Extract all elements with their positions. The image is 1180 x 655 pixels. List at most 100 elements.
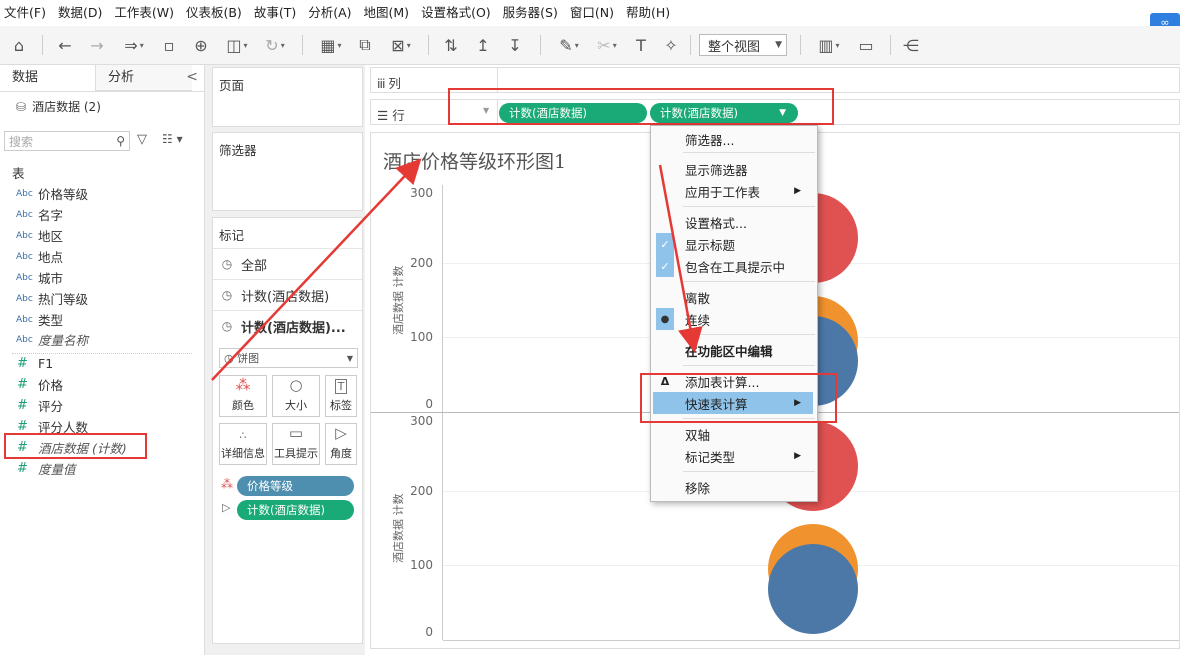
share-icon[interactable]: ⋲ — [900, 33, 922, 57]
field-item[interactable]: Abc 地点 — [0, 246, 204, 267]
menu-analysis[interactable]: 分析(A) — [302, 0, 357, 26]
highlight-icon[interactable]: ✎ ▾ — [552, 33, 586, 57]
collapse-pane-icon[interactable]: < — [186, 69, 198, 85]
menu-window[interactable]: 窗口(N) — [564, 0, 620, 26]
field-item[interactable]: Abc 热门等级 — [0, 288, 204, 309]
menu-item-continuous[interactable]: ● 连续 — [651, 308, 815, 330]
color-button[interactable]: ⁂ 颜色 — [219, 375, 267, 417]
filter-icon[interactable]: ▽ — [137, 132, 147, 147]
field-name: 评分 — [38, 399, 64, 414]
tab-analysis[interactable]: 分析 — [96, 65, 192, 91]
redo-icon[interactable]: → — [86, 33, 108, 57]
menu-item-discrete[interactable]: 离散 — [651, 286, 815, 308]
replay-icon[interactable]: ⇒ ▾ — [116, 33, 152, 57]
detail-button[interactable]: ∴ 详细信息 — [219, 423, 267, 465]
filters-shelf[interactable]: 筛选器 — [212, 132, 363, 211]
color-pill[interactable]: 价格等级 — [237, 476, 354, 496]
label-icon[interactable]: T — [630, 33, 652, 57]
tooltip-button[interactable]: ▭ 工具提示 — [272, 423, 320, 465]
new-worksheet-icon[interactable]: ▦ ▾ — [314, 33, 348, 57]
field-item[interactable]: Abc 名字 — [0, 204, 204, 225]
sort-desc-icon[interactable]: ↧ — [504, 33, 526, 57]
menu-item-dual-axis[interactable]: 双轴 — [651, 423, 815, 445]
home-icon[interactable]: ⌂ — [8, 33, 30, 57]
chevron-down-icon: ▼ — [775, 40, 782, 50]
menu-help[interactable]: 帮助(H) — [620, 0, 676, 26]
menu-bar: 文件(F) 数据(D) 工作表(W) 仪表板(B) 故事(T) 分析(A) 地图… — [0, 0, 1180, 26]
list-view-icon[interactable]: ☷ ▾ — [162, 132, 183, 146]
menu-file[interactable]: 文件(F) — [0, 0, 52, 26]
menu-item-label: 标记类型 — [685, 449, 736, 465]
pie-mark-blue-bottom[interactable] — [768, 544, 858, 634]
field-name: 价格等级 — [38, 187, 89, 202]
refresh-icon[interactable]: ↻ ▾ — [258, 33, 292, 57]
check-icon: ✓ — [656, 255, 674, 277]
field-name: 地区 — [38, 229, 64, 244]
label-button[interactable]: T 标签 — [325, 375, 357, 417]
menu-item-label: 移除 — [685, 480, 711, 496]
button-label: 角度 — [330, 447, 352, 460]
field-search-input[interactable]: 搜索 ⚲ — [4, 131, 130, 151]
marks-tab-count-1[interactable]: ◷ 计数(酒店数据) — [213, 279, 362, 310]
pin-icon[interactable]: ✧ — [660, 33, 682, 57]
swap-icon[interactable]: ⇅ — [440, 33, 462, 57]
angle-button[interactable]: ▷ 角度 — [325, 423, 357, 465]
menu-format[interactable]: 设置格式(O) — [415, 0, 497, 26]
pages-shelf[interactable]: 页面 — [212, 67, 363, 127]
field-item[interactable]: Abc 类型 — [0, 309, 204, 330]
columns-label-text: 列 — [388, 76, 401, 91]
menu-server[interactable]: 服务器(S) — [497, 0, 564, 26]
field-item[interactable]: # 价格 — [0, 374, 204, 395]
menu-item-label: 筛选器... — [685, 132, 735, 148]
menu-story[interactable]: 故事(T) — [248, 0, 302, 26]
field-item[interactable]: Abc 地区 — [0, 225, 204, 246]
menu-worksheet[interactable]: 工作表(W) — [108, 0, 180, 26]
menu-data[interactable]: 数据(D) — [52, 0, 108, 26]
tab-data[interactable]: 数据 — [0, 65, 96, 91]
field-item[interactable]: Abc 价格等级 — [0, 183, 204, 204]
field-item[interactable]: Abc 城市 — [0, 267, 204, 288]
sort-asc-icon[interactable]: ↥ — [472, 33, 494, 57]
menu-item-show-filter[interactable]: 显示筛选器 — [651, 158, 815, 180]
undo-icon[interactable]: ← — [54, 33, 76, 57]
view-size-select[interactable]: 整个视图 ▼ — [699, 34, 787, 56]
datasource-item[interactable]: ⛁ 酒店数据 (2) — [16, 98, 101, 115]
menu-item-label: 应用于工作表 — [685, 184, 761, 200]
attach-icon[interactable]: ✂ ▾ — [590, 33, 624, 57]
marks-tab-count-2[interactable]: ◷ 计数(酒店数据)... — [213, 310, 362, 341]
presentation-icon[interactable]: ▭ — [854, 33, 878, 57]
button-label: 大小 — [285, 399, 307, 412]
menu-item-edit-in-shelf[interactable]: 在功能区中编辑 — [651, 339, 815, 361]
field-item[interactable]: # 评分 — [0, 395, 204, 416]
field-name: 城市 — [38, 271, 64, 286]
menu-item-show-header[interactable]: ✓ 显示标题 — [651, 233, 815, 255]
save-icon[interactable]: ▫ — [158, 33, 180, 57]
menu-dashboard[interactable]: 仪表板(B) — [180, 0, 248, 26]
pie-mark-icon: ◷ — [221, 319, 233, 333]
field-item[interactable]: # F1 — [0, 353, 204, 374]
datasource-icon[interactable]: ◫ ▾ — [222, 33, 252, 57]
angle-pill[interactable]: 计数(酒店数据) — [237, 500, 354, 520]
field-item[interactable]: Abc 度量名称 — [0, 329, 204, 350]
menu-item-filter[interactable]: 筛选器... — [651, 128, 815, 150]
new-datasource-icon[interactable]: ⊕ — [190, 33, 212, 57]
field-name: 度量值 — [38, 462, 76, 477]
showme-icon[interactable]: ▥ ▾ — [812, 33, 846, 57]
mark-type-select[interactable]: ◷ 饼图 ▼ — [219, 348, 358, 368]
menu-item-mark-type[interactable]: 标记类型 ▶ — [651, 445, 815, 467]
menu-item-remove[interactable]: 移除 — [651, 476, 815, 498]
menu-item-apply-to-worksheets[interactable]: 应用于工作表 ▶ — [651, 180, 815, 202]
size-button[interactable]: ○ 大小 — [272, 375, 320, 417]
menu-item-include-tooltip[interactable]: ✓ 包含在工具提示中 — [651, 255, 815, 277]
string-type-icon: Abc — [16, 188, 33, 199]
menu-map[interactable]: 地图(M) — [358, 0, 416, 26]
menu-item-format[interactable]: 设置格式... — [651, 211, 815, 233]
field-name: F1 — [38, 356, 54, 371]
clear-icon[interactable]: ⊠ ▾ — [384, 33, 418, 57]
field-item[interactable]: # 度量值 — [0, 458, 204, 479]
duplicate-icon[interactable]: ⧉ — [354, 33, 376, 57]
detail-icon: ∴ — [239, 429, 247, 442]
marks-tab-all[interactable]: ◷ 全部 — [213, 248, 362, 279]
menu-item-label: 显示筛选器 — [685, 162, 748, 178]
pages-title: 页面 — [219, 78, 245, 93]
